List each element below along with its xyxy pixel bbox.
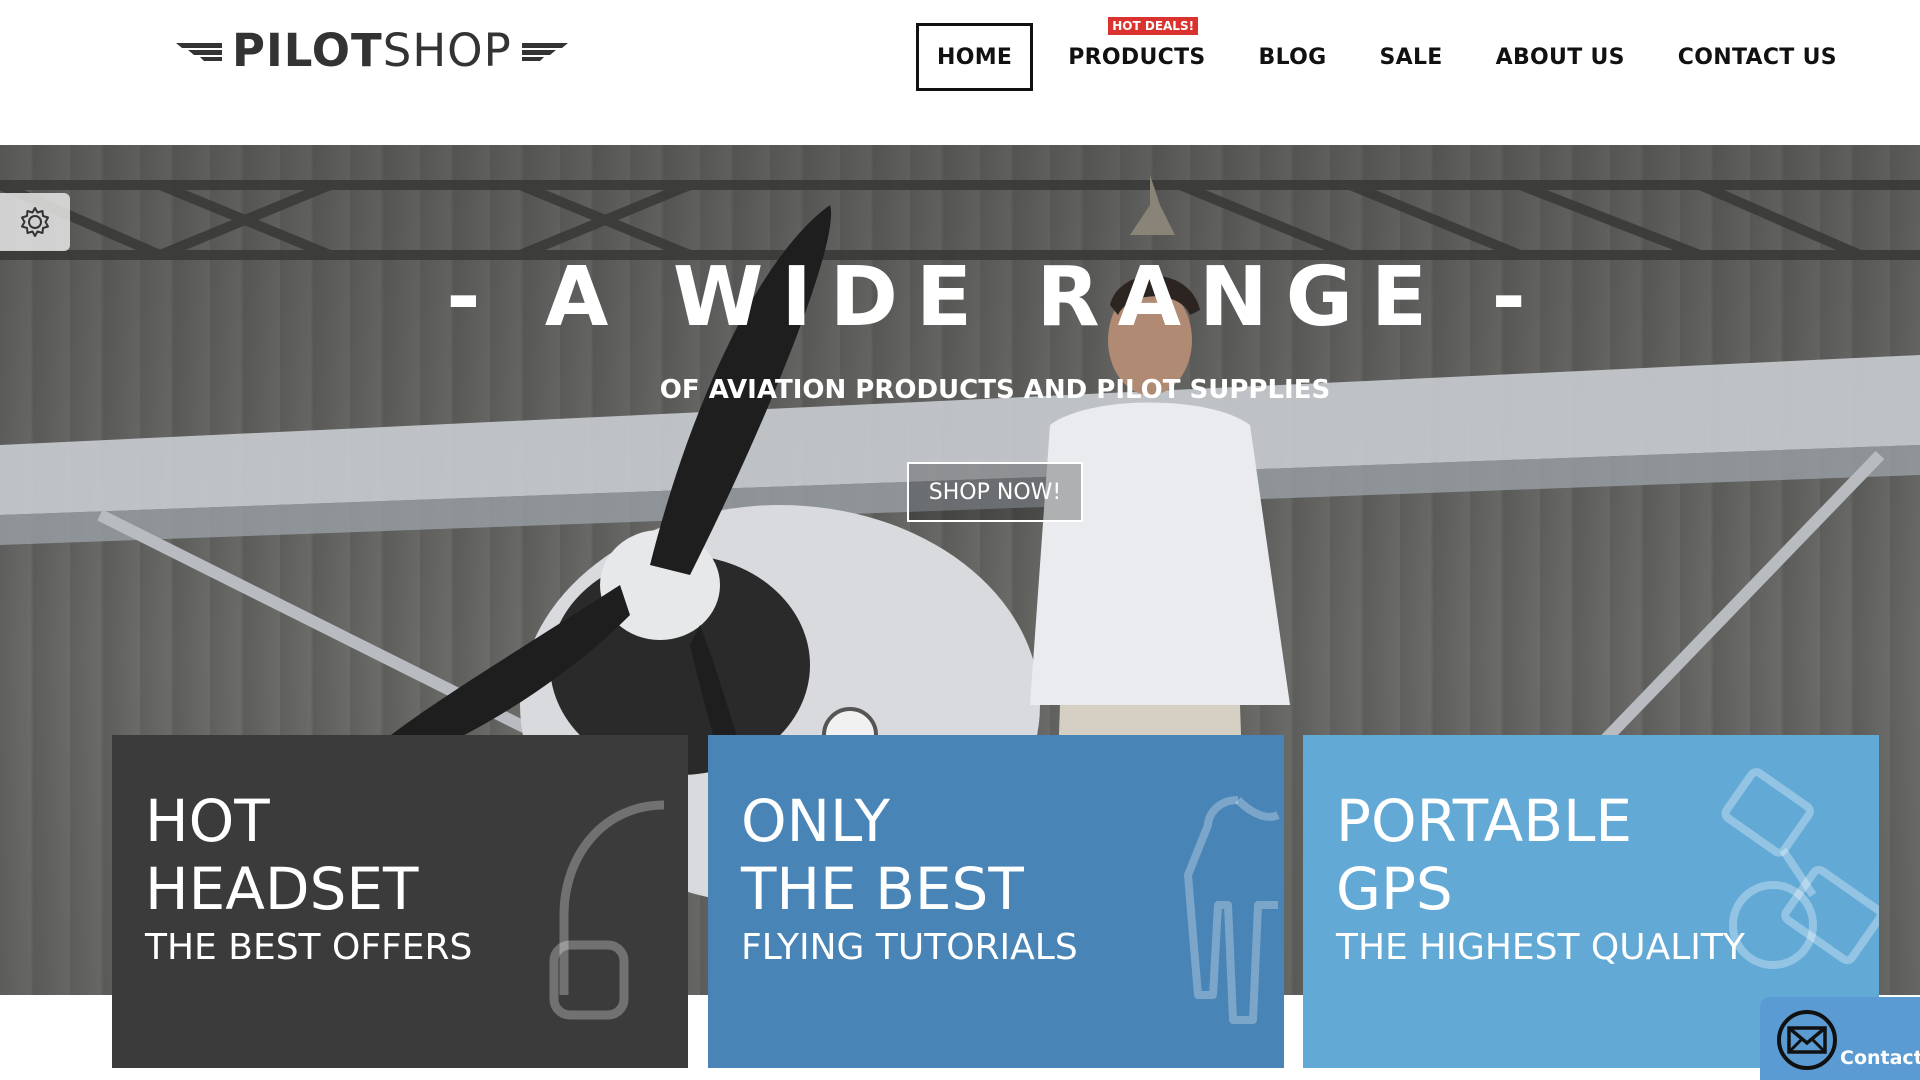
feature-card-headset[interactable]: HOT HEADSET THE BEST OFFERS (112, 735, 688, 1068)
hero-title: - A WIDE RANGE - (446, 250, 1544, 345)
card-title-line2: THE BEST (741, 855, 1024, 923)
nav-contact-label: CONTACT US (1677, 44, 1837, 70)
contact-widget-label: Contact (1840, 1047, 1920, 1069)
gear-icon (21, 207, 49, 237)
left-wing-icon (176, 43, 222, 61)
contact-widget[interactable]: Contact (1760, 997, 1920, 1080)
card-title-line1: ONLY (741, 787, 891, 855)
nav-home[interactable]: HOME (916, 23, 1034, 91)
logo-light-text: SHOP (382, 23, 512, 77)
card-title-line1: HOT (145, 787, 270, 855)
card-subtitle: FLYING TUTORIALS (741, 927, 1078, 968)
settings-button[interactable] (0, 193, 70, 251)
site-logo[interactable]: PILOTSHOP (176, 20, 568, 80)
nav-products[interactable]: HOT DEALS! PRODUCTS (1050, 17, 1223, 91)
site-header: PILOTSHOP HOME HOT DEALS! PRODUCTS BLOG … (0, 0, 1920, 145)
nav-about[interactable]: ABOUT US (1478, 23, 1643, 91)
logo-wordmark: PILOTSHOP (232, 28, 512, 73)
nav-about-label: ABOUT US (1495, 44, 1625, 70)
nav-contact[interactable]: CONTACT US (1660, 23, 1855, 91)
card-subtitle: THE BEST OFFERS (145, 927, 473, 968)
nav-blog[interactable]: BLOG (1241, 23, 1345, 91)
nav-blog-label: BLOG (1258, 44, 1327, 70)
nav-sale-label: SALE (1379, 44, 1443, 70)
shop-now-button[interactable]: SHOP NOW! (907, 462, 1083, 522)
card-title-line2: GPS (1336, 855, 1453, 923)
hot-deals-badge: HOT DEALS! (1108, 17, 1199, 35)
card-title-line2: HEADSET (145, 855, 419, 923)
main-nav: HOME HOT DEALS! PRODUCTS BLOG SALE ABOUT… (916, 17, 1855, 92)
nav-products-label: PRODUCTS (1068, 44, 1206, 70)
nav-sale[interactable]: SALE (1362, 23, 1461, 91)
feature-card-tutorials[interactable]: ONLY THE BEST FLYING TUTORIALS (708, 735, 1284, 1068)
logo-bold-text: PILOT (232, 23, 383, 77)
card-subtitle: THE HIGHEST QUALITY (1336, 927, 1745, 968)
right-wing-icon (521, 43, 568, 61)
nav-home-label: HOME (937, 44, 1013, 70)
card-title-line1: PORTABLE (1336, 787, 1633, 855)
envelope-icon (1777, 1010, 1837, 1070)
hero-subtitle: OF AVIATION PRODUCTS AND PILOT SUPPLIES (659, 375, 1331, 405)
